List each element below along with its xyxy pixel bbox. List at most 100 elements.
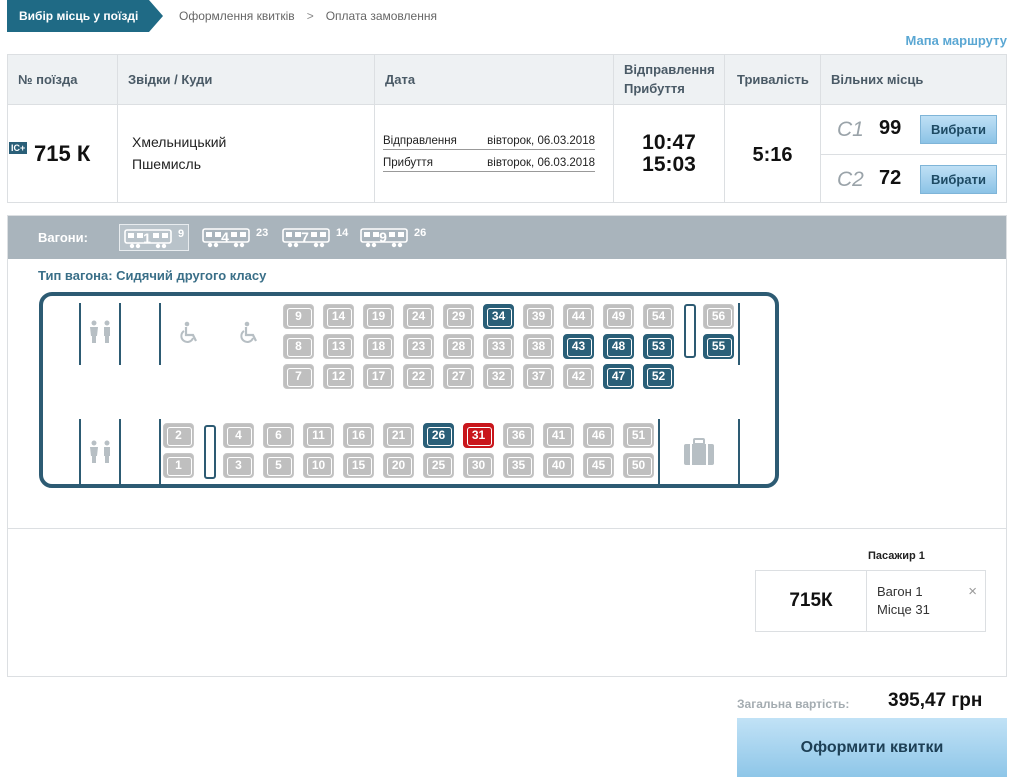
passenger-train: 715К xyxy=(756,571,867,631)
choose-c2-button[interactable]: Вибрати xyxy=(920,165,997,194)
seat: 37 xyxy=(523,364,554,389)
seat[interactable]: 47 xyxy=(603,364,634,389)
seat[interactable]: 26 xyxy=(423,423,454,448)
seat: 25 xyxy=(423,453,454,478)
seat: 32 xyxy=(483,364,514,389)
departure-label: Відправлення xyxy=(383,135,457,147)
seat: 35 xyxy=(503,453,534,478)
seat[interactable]: 52 xyxy=(643,364,674,389)
arrival-date-row: Прибуття вівторок, 06.03.2018 xyxy=(383,154,595,172)
luggage-icon xyxy=(684,438,714,465)
seat: 24 xyxy=(403,304,434,329)
station-to: Пшемисль xyxy=(132,156,201,172)
col-date: Дата Відправлення вівторок, 06.03.2018 П… xyxy=(375,55,614,202)
wheelchair-icon xyxy=(180,321,197,343)
arrival-date: вівторок, 06.03.2018 xyxy=(487,157,595,169)
seat[interactable]: 43 xyxy=(563,334,594,359)
seat: 22 xyxy=(403,364,434,389)
order-tickets-button[interactable]: Оформити квитки xyxy=(737,718,1007,777)
seat: 10 xyxy=(303,453,334,478)
class-name: С2 xyxy=(837,168,864,191)
wagon-bar: Вагони: 1 9 4 23 7 14 9 26 xyxy=(8,216,1006,259)
wagon-free-count: 23 xyxy=(256,227,269,239)
wagon-free-count: 14 xyxy=(336,227,349,239)
seat: 20 xyxy=(383,453,414,478)
arrival-time: 15:03 xyxy=(642,153,696,176)
seat: 39 xyxy=(523,304,554,329)
wagon-button[interactable]: 4 23 xyxy=(198,224,268,251)
route-map-link[interactable]: Мапа маршруту xyxy=(906,33,1007,48)
passenger-title: Пасажир 1 xyxy=(868,550,925,562)
wagon-button[interactable]: 19 xyxy=(119,224,189,251)
seat: 27 xyxy=(443,364,474,389)
wagon-number: 7 xyxy=(301,229,309,245)
seat: 28 xyxy=(443,334,474,359)
seat[interactable]: 53 xyxy=(643,334,674,359)
passenger-seat: Місце 31 xyxy=(877,602,930,617)
wagons-label: Вагони: xyxy=(38,230,88,245)
class-name: С1 xyxy=(837,118,864,141)
passenger-card: 715К Вагон 1 Місце 31 × xyxy=(755,570,986,632)
divider xyxy=(119,419,121,485)
ic-plus-badge: IC+ xyxy=(9,142,28,154)
seat: 5 xyxy=(263,453,294,478)
seat: 36 xyxy=(503,423,534,448)
seat: 3 xyxy=(223,453,254,478)
arrival-label: Прибуття xyxy=(383,157,433,169)
total-label: Загальна вартість: xyxy=(737,697,850,711)
seat: 12 xyxy=(323,364,354,389)
seat: 38 xyxy=(523,334,554,359)
seat[interactable]: 48 xyxy=(603,334,634,359)
seat[interactable]: 55 xyxy=(703,334,734,359)
seat: 21 xyxy=(383,423,414,448)
wagon-type: Тип вагона: Сидячий другого класу xyxy=(38,268,267,283)
step-ticket-details[interactable]: Оформлення квитків xyxy=(179,0,295,32)
breadcrumb-steps: Вибір місць у поїзді Оформлення квитків … xyxy=(7,0,437,32)
divider xyxy=(119,303,121,365)
seat: 23 xyxy=(403,334,434,359)
seat[interactable]: 31 xyxy=(463,423,494,448)
booking-page: Вибір місць у поїзді Оформлення квитків … xyxy=(0,0,1013,781)
seat: 54 xyxy=(643,304,674,329)
departure-date-row: Відправлення вівторок, 06.03.2018 xyxy=(383,132,595,150)
divider xyxy=(738,303,740,365)
divider xyxy=(738,419,740,485)
seat: 40 xyxy=(543,453,574,478)
departure-date: вівторок, 06.03.2018 xyxy=(487,135,595,147)
wc-icon xyxy=(90,440,110,463)
total-value: 395,47 грн xyxy=(888,690,983,711)
seat: 1 xyxy=(163,453,194,478)
seat: 4 xyxy=(223,423,254,448)
seat: 16 xyxy=(343,423,374,448)
car-seat-map: 9 14 19 24 29 34 39 44 49 54 56 8 13 18 23 28 33 38 43 48 53… xyxy=(39,292,779,488)
seat: 15 xyxy=(343,453,374,478)
wagon-number: 9 xyxy=(379,229,387,245)
step-payment[interactable]: Оплата замовлення xyxy=(326,0,437,32)
choose-c1-button[interactable]: Вибрати xyxy=(920,115,997,144)
seat: 8 xyxy=(283,334,314,359)
wagon-number: 1 xyxy=(143,230,151,246)
class-row-c2: С2 72 Вибрати xyxy=(821,154,1007,203)
header-date: Дата xyxy=(385,72,416,87)
pillar xyxy=(204,425,216,479)
class-row-c1: С1 99 Вибрати xyxy=(821,105,1007,154)
col-duration: Тривалість 5:16 xyxy=(725,55,821,202)
header-train-no: № поїзда xyxy=(18,72,78,87)
close-icon[interactable]: × xyxy=(968,583,977,600)
divider xyxy=(79,419,81,485)
col-free-seats: Вільних місць С1 99 Вибрати С2 72 Вибрат… xyxy=(821,55,1007,202)
header-departure: Відправлення xyxy=(624,62,715,77)
seat: 17 xyxy=(363,364,394,389)
seat: 6 xyxy=(263,423,294,448)
wagon-button[interactable]: 7 14 xyxy=(278,224,348,251)
seat: 14 xyxy=(323,304,354,329)
seat[interactable]: 34 xyxy=(483,304,514,329)
col-from-to: Звідки / Куди Хмельницький Пшемисль xyxy=(118,55,375,202)
seat: 56 xyxy=(703,304,734,329)
header-arrival: Прибуття xyxy=(624,81,685,96)
station-from: Хмельницький xyxy=(132,134,227,150)
wagon-free-count: 26 xyxy=(414,227,427,239)
step-seat-selection[interactable]: Вибір місць у поїзді xyxy=(7,0,163,32)
wagon-button[interactable]: 9 26 xyxy=(356,224,426,251)
seat: 13 xyxy=(323,334,354,359)
